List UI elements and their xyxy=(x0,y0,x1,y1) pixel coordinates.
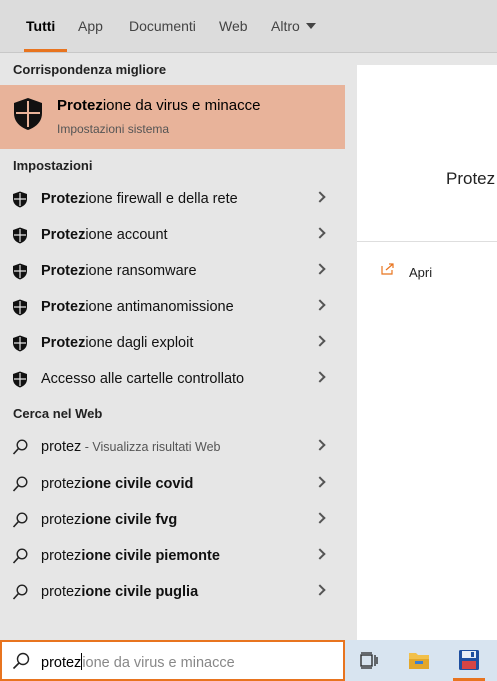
best-match-subtitle: Impostazioni sistema xyxy=(57,122,170,136)
settings-item-ransomware[interactable]: Protezione ransomware xyxy=(0,253,345,289)
shield-icon xyxy=(13,371,27,388)
web-result-query[interactable]: protez - Visualizza risultati Web xyxy=(0,429,345,465)
shield-icon xyxy=(13,191,27,208)
search-icon xyxy=(12,439,28,455)
results-list: Corrispondenza migliore Protezione da vi… xyxy=(0,53,345,640)
settings-item-firewall[interactable]: Protezione firewall e della rete xyxy=(0,181,345,217)
search-text: protezione da virus e minacce xyxy=(41,653,235,671)
settings-item-label: Accesso alle cartelle controllato xyxy=(41,371,245,387)
preview-card: Protez Apri xyxy=(357,65,497,640)
shield-icon xyxy=(13,335,27,352)
web-result-item[interactable]: protezione civile covid xyxy=(0,466,345,502)
preview-title: Protez xyxy=(446,169,496,188)
chevron-right-icon xyxy=(314,512,326,524)
search-filter-tabs: Tutti App Documenti Web Altro xyxy=(0,0,497,53)
task-view-icon xyxy=(360,652,378,669)
shield-icon xyxy=(13,227,27,244)
settings-item-label: Protezione ransomware xyxy=(41,263,197,279)
file-explorer-button[interactable] xyxy=(399,640,439,681)
open-action[interactable]: Apri xyxy=(409,265,432,280)
chevron-right-icon xyxy=(314,227,326,239)
caret-down-icon xyxy=(305,23,316,29)
chevron-right-icon xyxy=(314,548,326,560)
chevron-right-icon xyxy=(314,371,326,383)
search-icon xyxy=(12,548,28,564)
settings-item-label: Protezione dagli exploit xyxy=(41,335,194,351)
tab-app[interactable]: App xyxy=(78,18,103,52)
web-result-label: protezione civile piemonte xyxy=(41,548,220,564)
chevron-right-icon xyxy=(314,439,326,451)
tab-web[interactable]: Web xyxy=(219,18,248,52)
settings-item-label: Protezione firewall e della rete xyxy=(41,191,238,207)
tab-altro[interactable]: Altro xyxy=(271,18,316,52)
settings-item-exploit[interactable]: Protezione dagli exploit xyxy=(0,325,345,361)
shield-icon xyxy=(13,299,27,316)
save-app-button[interactable] xyxy=(449,640,489,681)
section-best-match: Corrispondenza migliore xyxy=(13,62,167,77)
web-result-label: protezione civile covid xyxy=(41,476,194,492)
task-view-button[interactable] xyxy=(349,640,389,681)
web-result-item[interactable]: protezione civile puglia xyxy=(0,574,345,610)
search-input[interactable]: protezione da virus e minacce xyxy=(0,640,345,681)
settings-item-label: Protezione account xyxy=(41,227,168,243)
section-settings: Impostazioni xyxy=(13,158,93,173)
settings-item-tamper[interactable]: Protezione antimanomissione xyxy=(0,289,345,325)
taskbar xyxy=(345,640,497,681)
best-match-item[interactable]: Protezione da virus e minacce Impostazio… xyxy=(0,85,345,149)
divider xyxy=(357,241,497,242)
open-icon xyxy=(381,263,394,275)
section-web-search: Cerca nel Web xyxy=(13,406,103,421)
folder-icon xyxy=(409,653,429,669)
web-result-label: protezione civile fvg xyxy=(41,512,178,528)
chevron-right-icon xyxy=(314,335,326,347)
best-match-title: Protezione da virus e minacce xyxy=(57,97,261,114)
chevron-right-icon xyxy=(314,263,326,275)
shield-icon xyxy=(13,263,27,280)
web-result-label: protezione civile puglia xyxy=(41,584,199,600)
chevron-right-icon xyxy=(314,476,326,488)
search-icon xyxy=(12,512,28,528)
floppy-disk-icon xyxy=(459,650,479,670)
web-result-item[interactable]: protezione civile fvg xyxy=(0,502,345,538)
chevron-right-icon xyxy=(314,299,326,311)
preview-pane: Protez Apri xyxy=(345,53,497,640)
shield-icon xyxy=(14,98,42,130)
web-result-item[interactable]: protezione civile piemonte xyxy=(0,538,345,574)
tab-documenti[interactable]: Documenti xyxy=(129,18,196,52)
web-result-label: protez - Visualizza risultati Web xyxy=(41,439,221,455)
search-icon xyxy=(12,652,30,670)
chevron-right-icon xyxy=(314,191,326,203)
search-icon xyxy=(12,476,28,492)
tab-tutti[interactable]: Tutti xyxy=(23,18,68,52)
search-icon xyxy=(12,584,28,600)
chevron-right-icon xyxy=(314,584,326,596)
settings-item-account[interactable]: Protezione account xyxy=(0,217,345,253)
settings-item-label: Protezione antimanomissione xyxy=(41,299,234,315)
settings-item-folder-access[interactable]: Accesso alle cartelle controllato xyxy=(0,361,345,397)
